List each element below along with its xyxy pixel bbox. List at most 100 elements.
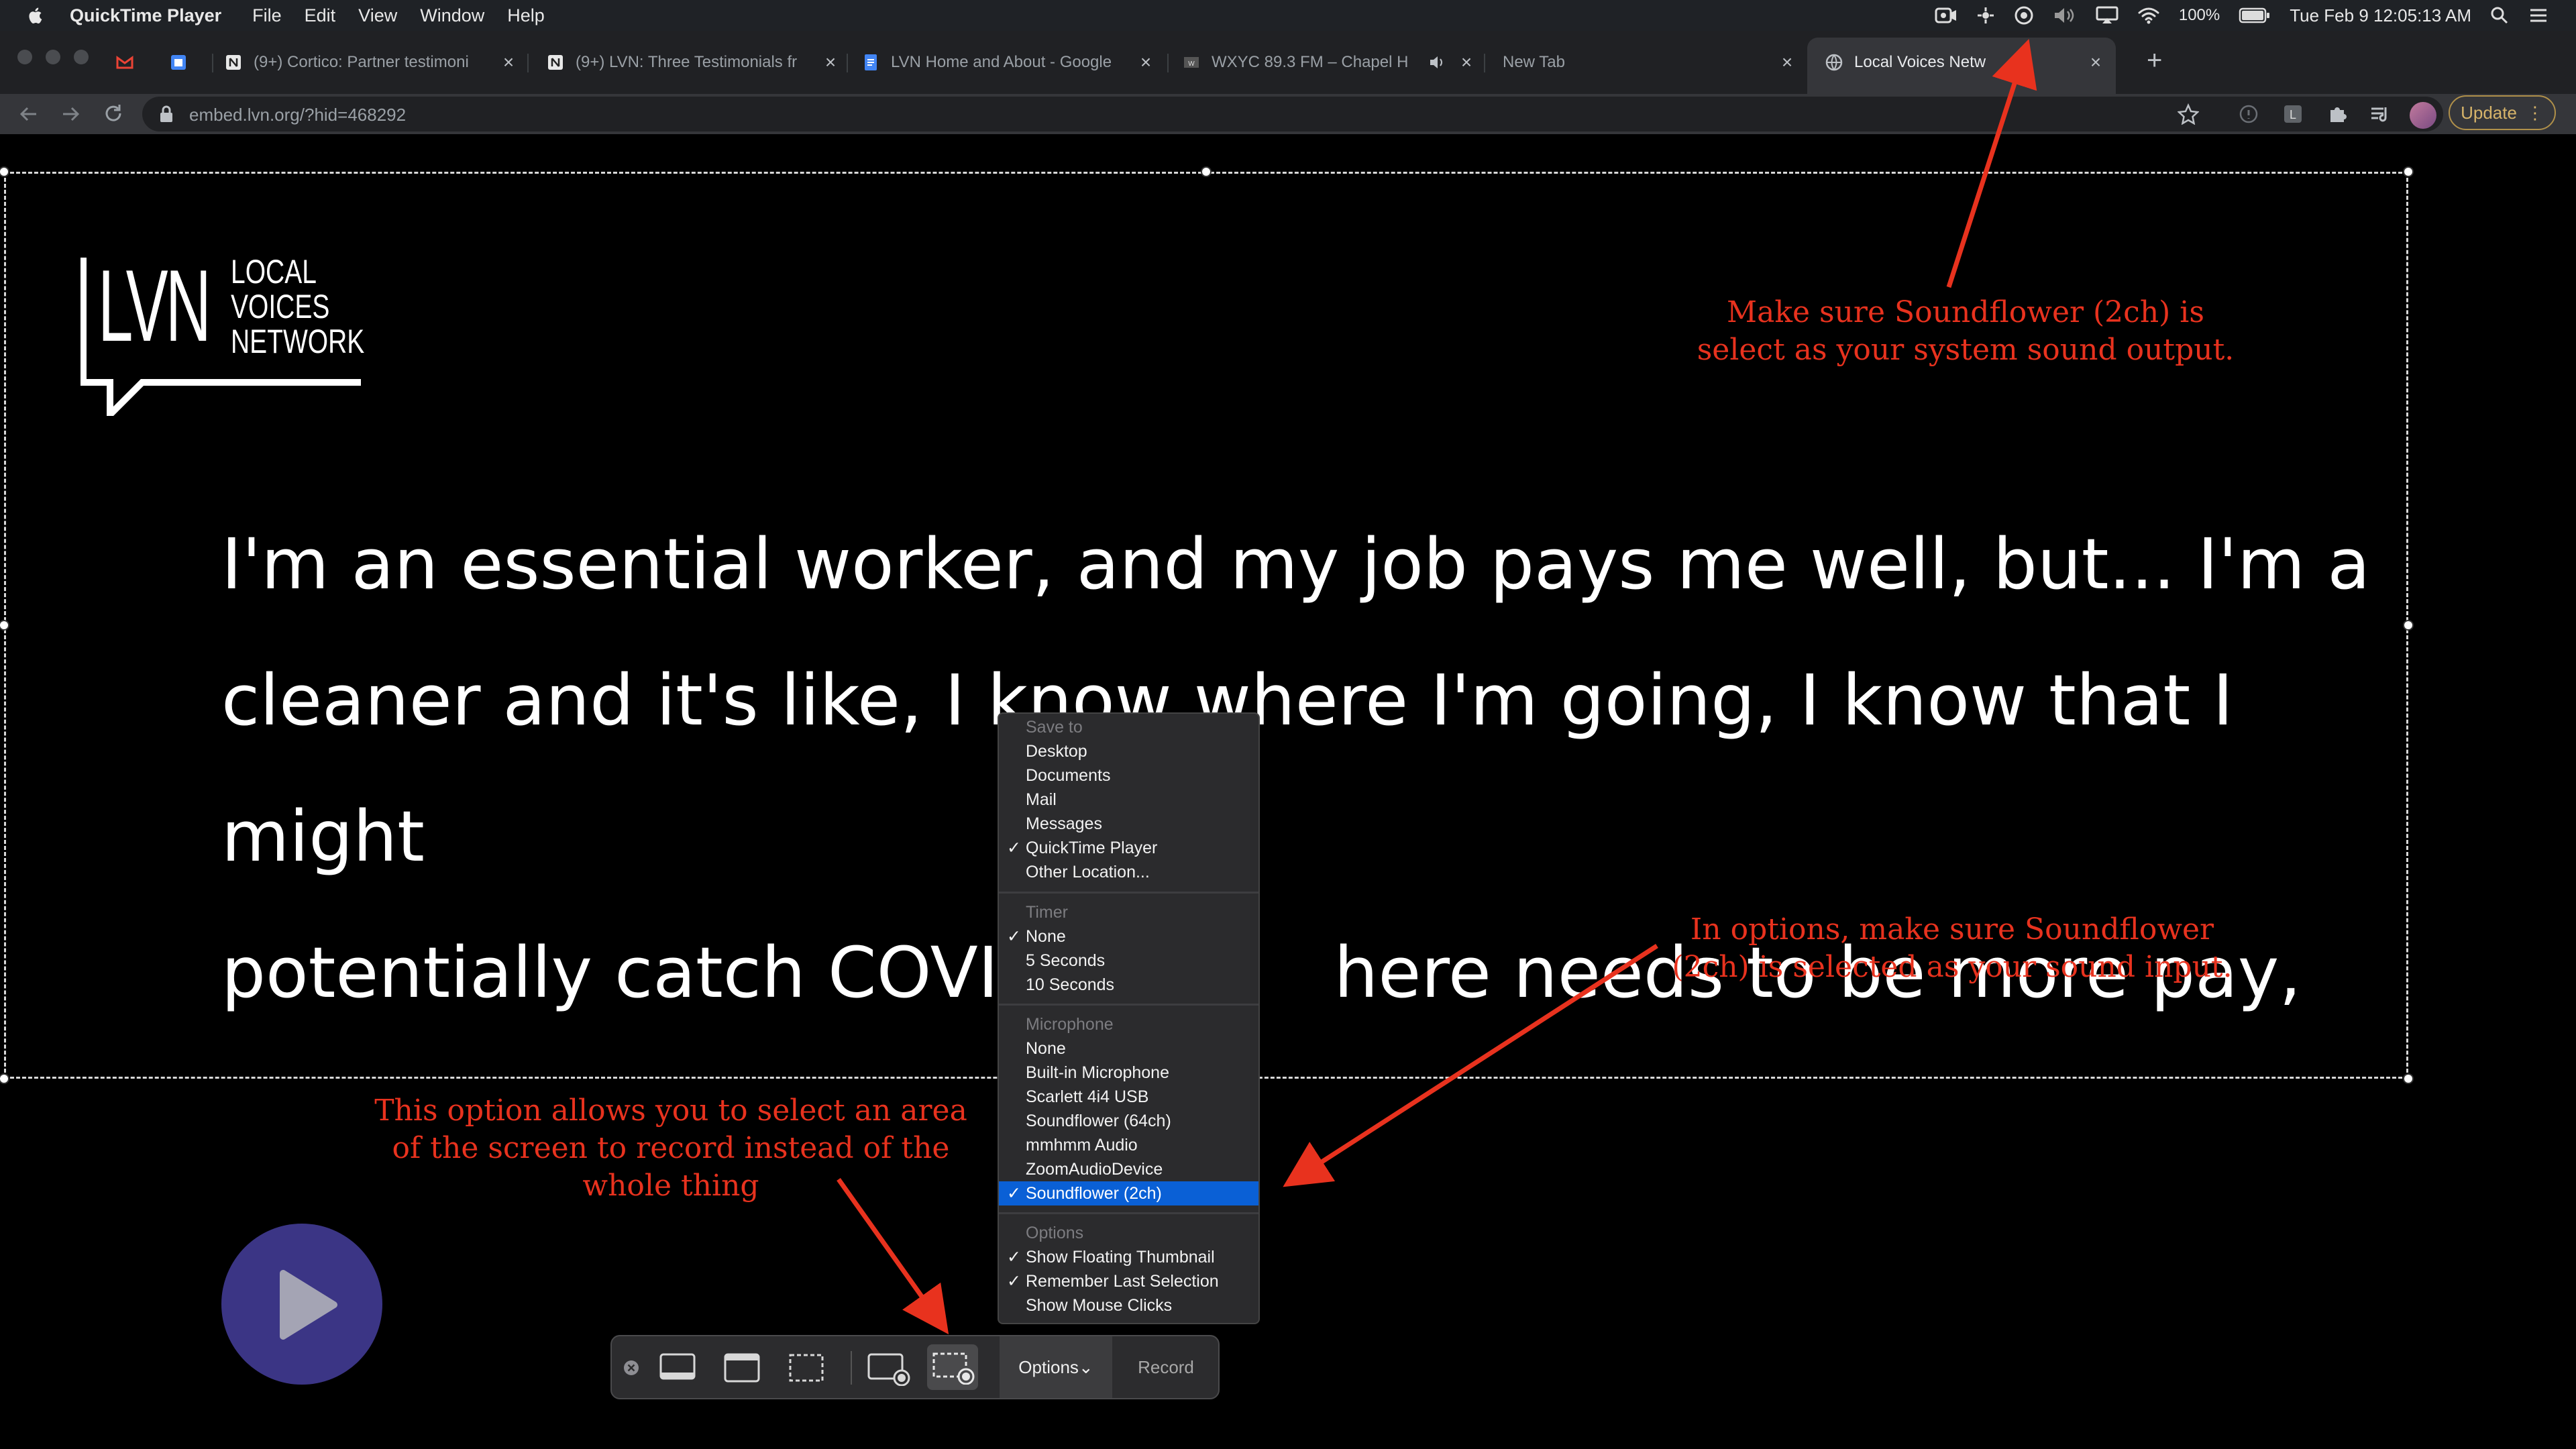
- menu-item-zoom-audio-device[interactable]: ZoomAudioDevice: [999, 1157, 1258, 1181]
- selection-handle-top[interactable]: [1201, 166, 1212, 177]
- calendar-icon: [171, 55, 186, 70]
- logo-word-voices: VOICES: [231, 288, 330, 325]
- annotation-sound-output: Make sure Soundflower (2ch) is select as…: [1697, 295, 2235, 367]
- extensions-puzzle-icon[interactable]: [2326, 103, 2348, 125]
- tab-lvn-testimonials[interactable]: (9+) LVN: Three Testimonials fr ×: [546, 43, 841, 82]
- close-capture-bar-icon[interactable]: [623, 1359, 640, 1377]
- menu-view[interactable]: View: [358, 5, 397, 26]
- menu-section-header: Microphone: [1026, 1015, 1114, 1034]
- menu-help[interactable]: Help: [507, 5, 545, 26]
- apple-icon[interactable]: [25, 5, 43, 25]
- menu-item-built-in-microphone[interactable]: Built-in Microphone: [999, 1061, 1258, 1085]
- forward-arrow-icon[interactable]: [60, 105, 80, 123]
- capture-selection-icon[interactable]: [788, 1352, 825, 1383]
- volume-icon[interactable]: [2053, 6, 2077, 25]
- menu-item-remember-last-selection[interactable]: ✓ Remember Last Selection: [999, 1269, 1258, 1293]
- close-tab-icon[interactable]: ×: [820, 52, 841, 73]
- checkmark-icon: ✓: [1007, 1248, 1021, 1267]
- profile-avatar[interactable]: [2410, 102, 2436, 129]
- notion-icon: [548, 55, 563, 70]
- checkmark-icon: ✓: [1007, 839, 1021, 857]
- record-selection-button[interactable]: [927, 1344, 978, 1390]
- close-tab-icon[interactable]: ×: [1135, 52, 1157, 73]
- tab-gmail[interactable]: [115, 43, 156, 82]
- screen-recording-icon[interactable]: [1935, 6, 1957, 25]
- extension-l-icon[interactable]: L: [2282, 103, 2304, 125]
- menu-section-header: Timer: [1026, 903, 1068, 922]
- update-button[interactable]: Update ⋮: [2449, 95, 2556, 130]
- tab-new-tab[interactable]: New Tab ×: [1503, 43, 1798, 82]
- options-button[interactable]: Options⌄: [1000, 1336, 1112, 1398]
- logo-word-network: NETWORK: [231, 323, 365, 360]
- menu-item-mail[interactable]: Mail: [999, 788, 1258, 812]
- menu-file[interactable]: File: [252, 5, 282, 26]
- tab-calendar[interactable]: [169, 43, 209, 82]
- media-controls-icon[interactable]: [2369, 103, 2391, 125]
- menu-item-soundflower-2ch[interactable]: ✓ Soundflower (2ch): [999, 1181, 1258, 1205]
- checkmark-icon: ✓: [1007, 1272, 1021, 1291]
- play-icon: [280, 1270, 337, 1340]
- menu-item-messages[interactable]: Messages: [999, 812, 1258, 836]
- play-button[interactable]: [221, 1224, 382, 1385]
- tab-audio-playing-icon[interactable]: [1429, 54, 1446, 70]
- lvn-logo: LVN LOCAL VOICES NETWORK: [80, 255, 376, 416]
- close-tab-icon[interactable]: ×: [2085, 52, 2106, 73]
- bookmark-star-icon[interactable]: [2178, 103, 2199, 125]
- svg-text:W: W: [1188, 60, 1195, 68]
- menu-item-show-floating-thumbnail[interactable]: ✓ Show Floating Thumbnail: [999, 1245, 1258, 1269]
- logo-letters: LVN: [98, 249, 211, 363]
- window-zoom-button[interactable]: [74, 50, 89, 64]
- menu-item-timer-5-seconds[interactable]: 5 Seconds: [999, 949, 1258, 973]
- battery-icon[interactable]: [2239, 7, 2271, 24]
- spotlight-search-icon[interactable]: [2490, 6, 2509, 25]
- app-menu-quicktime[interactable]: QuickTime Player: [70, 5, 221, 26]
- more-menu-icon: ⋮: [2526, 102, 2544, 123]
- menu-item-timer-none[interactable]: ✓ None: [999, 924, 1258, 949]
- capture-window-icon[interactable]: [723, 1352, 761, 1383]
- tab-local-voices-network-active[interactable]: Local Voices Netw ×: [1807, 38, 2116, 94]
- menu-item-mic-none[interactable]: None: [999, 1036, 1258, 1061]
- window-close-button[interactable]: [17, 50, 32, 64]
- close-tab-icon[interactable]: ×: [1776, 52, 1798, 73]
- menu-item-desktop[interactable]: Desktop: [999, 739, 1258, 763]
- extension-status-icon[interactable]: [1976, 6, 1995, 25]
- record-button[interactable]: Record: [1114, 1336, 1218, 1398]
- status-area: 100% Tue Feb 9 12:05:13 AM: [1935, 0, 2549, 31]
- record-entire-screen-icon[interactable]: [867, 1352, 911, 1386]
- menu-item-other-location[interactable]: Other Location...: [999, 860, 1258, 884]
- menu-item-mmhmm-audio[interactable]: mmhmm Audio: [999, 1133, 1258, 1157]
- selection-handle-bottom-right[interactable]: [2403, 1073, 2414, 1084]
- address-bar[interactable]: embed.lvn.org/?hid=468292: [142, 97, 2443, 131]
- url-text[interactable]: embed.lvn.org/?hid=468292: [189, 105, 406, 125]
- close-tab-icon[interactable]: ×: [498, 52, 519, 73]
- menu-item-quicktime-player[interactable]: ✓ QuickTime Player: [999, 836, 1258, 860]
- tab-cortico-testimonials[interactable]: (9+) Cortico: Partner testimoni ×: [224, 43, 519, 82]
- menu-item-show-mouse-clicks[interactable]: Show Mouse Clicks: [999, 1293, 1258, 1318]
- tab-lvn-home-doc[interactable]: LVN Home and About - Google ×: [861, 43, 1157, 82]
- quote-line: I'm an essential worker, and my job pays…: [221, 523, 2371, 605]
- lock-icon[interactable]: [158, 105, 174, 123]
- close-tab-icon[interactable]: ×: [1456, 52, 1477, 73]
- reload-icon[interactable]: [103, 103, 123, 123]
- back-arrow-icon[interactable]: [19, 105, 39, 123]
- control-center-icon[interactable]: [2528, 7, 2549, 24]
- annotation-sound-input: In options, make sure Soundflower (2ch) …: [1672, 912, 2233, 984]
- menubar-clock[interactable]: Tue Feb 9 12:05:13 AM: [2290, 5, 2471, 26]
- menu-item-documents[interactable]: Documents: [999, 763, 1258, 788]
- new-tab-button[interactable]: +: [2147, 46, 2162, 76]
- capture-entire-screen-icon[interactable]: [659, 1352, 696, 1383]
- menu-item-timer-10-seconds[interactable]: 10 Seconds: [999, 973, 1258, 997]
- extension-icon[interactable]: [2238, 103, 2259, 125]
- globe-icon: [1825, 54, 1843, 71]
- menu-window[interactable]: Window: [420, 5, 484, 26]
- vpn-icon[interactable]: [2014, 5, 2034, 25]
- window-minimize-button[interactable]: [46, 50, 60, 64]
- menu-item-soundflower-64ch[interactable]: Soundflower (64ch): [999, 1109, 1258, 1133]
- options-menu: Save to Desktop Documents Mail Messages …: [998, 712, 1260, 1324]
- tab-wxyc[interactable]: W WXYC 89.3 FM – Chapel H ×: [1182, 43, 1477, 82]
- menu-edit[interactable]: Edit: [305, 5, 336, 26]
- wifi-icon[interactable]: [2137, 6, 2160, 25]
- airplay-icon[interactable]: [2096, 6, 2118, 25]
- menu-item-scarlett-4i4[interactable]: Scarlett 4i4 USB: [999, 1085, 1258, 1109]
- selection-handle-top-right[interactable]: [2403, 166, 2414, 177]
